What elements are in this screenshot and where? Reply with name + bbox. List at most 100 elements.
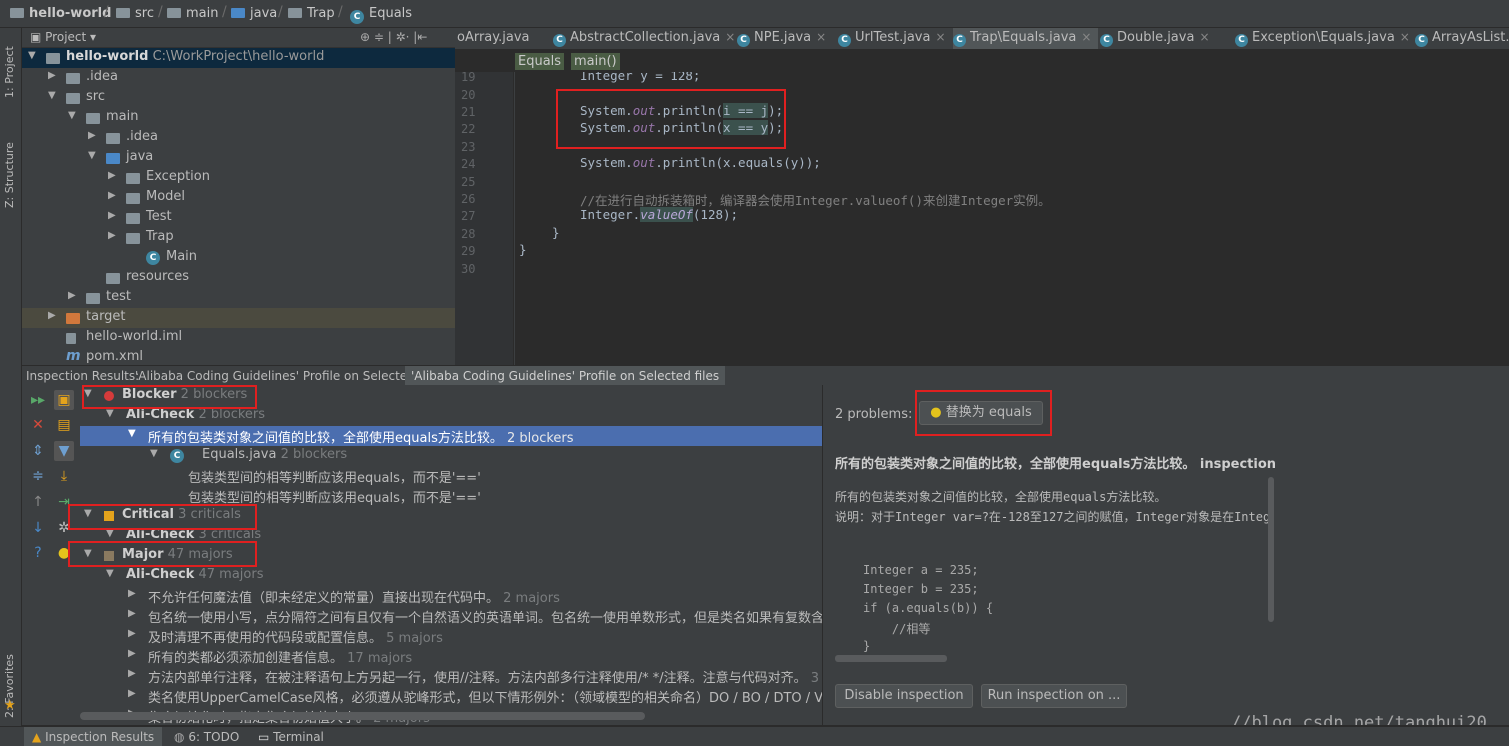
inspection-tree-item[interactable]: ▶ 及时清理不再使用的代码段或配置信息。 5 majors xyxy=(80,626,822,646)
project-tree-item[interactable]: m pom.xml xyxy=(22,348,455,365)
collapsed-arrow-icon[interactable]: ▶ xyxy=(68,290,76,301)
expanded-arrow-icon[interactable]: ▼ xyxy=(106,568,114,579)
close-tab-icon[interactable]: × xyxy=(816,30,826,44)
group-by-directory-icon[interactable]: ▤ xyxy=(54,415,74,435)
close-tab-icon[interactable]: × xyxy=(725,30,735,44)
collapsed-arrow-icon[interactable]: ▶ xyxy=(108,210,116,221)
expanded-arrow-icon[interactable]: ▼ xyxy=(68,110,76,121)
inspection-results-tool-button[interactable]: ▲ Inspection Results xyxy=(24,727,163,746)
disable-inspection-button[interactable]: Disable inspection xyxy=(835,684,973,708)
project-tree-item[interactable]: ▼ main xyxy=(22,108,455,128)
rerun-icon[interactable]: ▸▸ xyxy=(28,390,48,410)
editor-tab[interactable]: CArrayAsList.jav xyxy=(1415,28,1509,49)
project-tree-item[interactable]: ▶ Test xyxy=(22,208,455,228)
previous-problem-icon[interactable]: ↑ xyxy=(28,492,48,512)
collapsed-arrow-icon[interactable]: ▶ xyxy=(88,130,96,141)
inspection-tree-item[interactable]: ▶ 不允许任何魔法值（即未经定义的常量）直接出现在代码中。 2 majors xyxy=(80,586,822,606)
project-tree-item[interactable]: ▶ Exception xyxy=(22,168,455,188)
breadcrumb-equals[interactable]: C Equals xyxy=(350,6,412,24)
inspection-tab-2[interactable]: 'Alibaba Coding Guidelines' Profile on S… xyxy=(405,366,726,386)
inspection-tree-item[interactable]: ▶ 所有的类都必须添加创建者信息。 17 majors xyxy=(80,646,822,666)
expanded-arrow-icon[interactable]: ▼ xyxy=(28,50,36,61)
inspection-tree-item[interactable]: ▼ C Equals.java 2 blockers xyxy=(80,446,822,466)
project-tree-item[interactable]: ▼ hello-world C:\WorkProject\hello-world xyxy=(22,48,455,68)
collapsed-arrow-icon[interactable]: ▶ xyxy=(128,628,136,639)
project-tree-item[interactable]: ▶ .idea xyxy=(22,128,455,148)
project-tree-item[interactable]: ▶ .idea xyxy=(22,68,455,88)
inspection-tree-item[interactable]: ▼ 所有的包装类对象之间值的比较，全部使用equals方法比较。 2 blocke… xyxy=(80,426,822,446)
details-horizontal-scrollbar[interactable] xyxy=(835,655,947,662)
editor-tab[interactable]: C Trap\Equals.java × xyxy=(953,28,1098,49)
collapsed-arrow-icon[interactable]: ▶ xyxy=(128,648,136,659)
inspection-tab-1[interactable]: 'Alibaba Coding Guidelines' Profile on S… xyxy=(135,369,443,383)
project-tree-item[interactable]: C Main xyxy=(22,248,455,268)
inspection-tree-item[interactable]: ▼ Ali-Check 47 majors xyxy=(80,566,822,586)
export-icon[interactable]: ⤓ xyxy=(54,466,74,486)
terminal-tool-button[interactable]: ▭ Terminal xyxy=(258,730,324,744)
project-tree-item[interactable]: ▶ Model xyxy=(22,188,455,208)
project-tree-item[interactable]: hello-world.iml xyxy=(22,328,455,348)
close-tab-icon[interactable]: × xyxy=(1400,30,1410,44)
breadcrumb-java[interactable]: java xyxy=(231,6,277,21)
filter-icon[interactable]: ▼ xyxy=(54,441,74,461)
group-by-severity-icon[interactable]: ▣ xyxy=(54,390,74,410)
close-icon[interactable]: ✕ xyxy=(28,415,48,435)
horizontal-scrollbar[interactable] xyxy=(80,712,645,720)
editor-tab[interactable]: C Exception\Equals.java × xyxy=(1235,28,1413,49)
expand-all-icon[interactable]: ⇕ xyxy=(28,441,48,461)
project-tree-item[interactable]: ▼ src xyxy=(22,88,455,108)
project-tree-item[interactable]: ▼ java xyxy=(22,148,455,168)
collapsed-arrow-icon[interactable]: ▶ xyxy=(108,230,116,241)
collapsed-arrow-icon[interactable]: ▶ xyxy=(128,608,136,619)
breadcrumb-separator: / xyxy=(278,4,283,20)
editor-tab[interactable]: C AbstractCollection.java × xyxy=(553,28,735,49)
collapsed-arrow-icon[interactable]: ▶ xyxy=(128,588,136,599)
editor-tab[interactable]: oArray.java xyxy=(457,28,551,49)
expanded-arrow-icon[interactable]: ▼ xyxy=(48,90,56,101)
project-view-selector[interactable]: ▣ Project ▾ xyxy=(30,30,96,44)
close-tab-icon[interactable]: × xyxy=(1199,30,1209,44)
inspection-tree-item[interactable]: ▼ Ali-Check 2 blockers xyxy=(80,406,822,426)
inspection-tree-item[interactable]: 包装类型间的相等判断应该用equals，而不是'==' xyxy=(80,486,822,506)
inspection-tree-item[interactable]: ▶ 方法内部单行注释，在被注释语句上方另起一行，使用//注释。方法内部多行注释使用… xyxy=(80,666,822,686)
close-tab-icon[interactable]: × xyxy=(1081,30,1091,44)
collapsed-arrow-icon[interactable]: ▶ xyxy=(48,70,56,81)
collapsed-arrow-icon[interactable]: ▶ xyxy=(108,170,116,181)
project-tree-item[interactable]: ▶ Trap xyxy=(22,228,455,248)
expanded-arrow-icon[interactable]: ▼ xyxy=(150,448,158,459)
vertical-scrollbar[interactable] xyxy=(1268,477,1274,622)
collapsed-arrow-icon[interactable]: ▶ xyxy=(48,310,56,321)
inspection-tree-item[interactable]: ▶ 包名统一使用小写，点分隔符之间有且仅有一个自然语义的英语单词。包名统一使用单数… xyxy=(80,606,822,626)
project-tool-button[interactable]: 1: Project xyxy=(3,38,16,98)
close-tab-icon[interactable]: × xyxy=(935,30,945,44)
project-tree-item[interactable]: resources xyxy=(22,268,455,288)
collapsed-arrow-icon[interactable]: ▶ xyxy=(128,688,136,699)
breadcrumb-trap[interactable]: Trap xyxy=(288,6,335,21)
next-problem-icon[interactable]: ↓ xyxy=(28,518,48,538)
expanded-arrow-icon[interactable]: ▼ xyxy=(128,428,136,439)
breadcrumb-src[interactable]: src xyxy=(116,6,154,21)
collapse-all-icon[interactable]: ≑ xyxy=(28,466,48,486)
project-tree-item[interactable]: ▶ test xyxy=(22,288,455,308)
collapsed-arrow-icon[interactable]: ▶ xyxy=(108,190,116,201)
breadcrumb-method-main[interactable]: main() xyxy=(571,53,620,70)
inspection-tree-item[interactable]: ▶ 类名使用UpperCamelCase风格，必须遵从驼峰形式，但以下情形例外：（… xyxy=(80,686,822,706)
code-editor[interactable]: 19 20 21 22 23 24 25 26 27 28 29 30 Integer y = 128… xyxy=(455,72,1509,365)
expanded-arrow-icon[interactable]: ▼ xyxy=(88,150,96,161)
structure-tool-button[interactable]: Z: Structure xyxy=(3,128,16,208)
editor-tab[interactable]: C UrlTest.java × xyxy=(838,28,951,49)
inspection-tree-item[interactable]: 包装类型间的相等判断应该用equals，而不是'==' xyxy=(80,466,822,486)
todo-tool-button[interactable]: ◍ 6: TODO xyxy=(174,730,239,744)
collapsed-arrow-icon[interactable]: ▶ xyxy=(128,668,136,679)
editor-tab[interactable]: C Double.java × xyxy=(1100,28,1233,49)
project-tree-item[interactable]: ▶ target xyxy=(22,308,455,328)
breadcrumb-hello-world[interactable]: hello-world xyxy=(10,6,111,21)
breadcrumb-class-equals[interactable]: Equals xyxy=(515,53,565,70)
expanded-arrow-icon[interactable]: ▼ xyxy=(106,408,114,419)
breadcrumb-main[interactable]: main xyxy=(167,6,218,21)
inspection-tree-label: 包名统一使用小写，点分隔符之间有且仅有一个自然语义的英语单词。包名统一使用单数形… xyxy=(148,611,822,626)
help-icon[interactable]: ? xyxy=(28,543,48,563)
project-toolbar-icons[interactable]: ⊕ ≑ | ✲· |⇤ xyxy=(360,30,427,44)
editor-tab[interactable]: C NPE.java × xyxy=(737,28,836,49)
run-inspection-button[interactable]: Run inspection on ... xyxy=(981,684,1127,708)
